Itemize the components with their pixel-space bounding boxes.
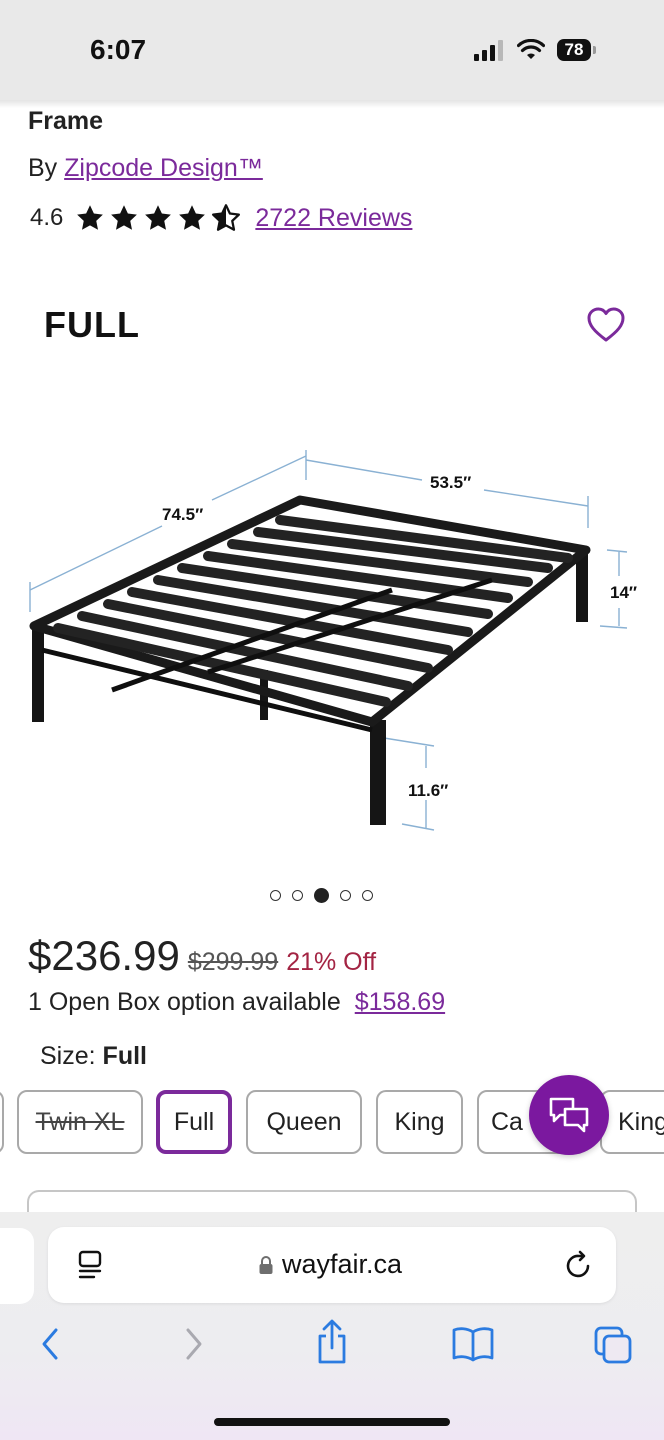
rating-value: 4.6 [30, 204, 64, 231]
rating-row: 4.6 2722 Reviews [30, 200, 412, 236]
star-icon [145, 205, 172, 230]
back-chevron-icon[interactable] [36, 1324, 64, 1364]
wifi-icon [517, 39, 545, 59]
size-chip-label: Full [173, 1107, 215, 1136]
product-title: Frame [28, 107, 104, 135]
chat-button[interactable] [529, 1075, 609, 1155]
bookmarks-icon[interactable] [450, 1324, 496, 1364]
dim-width-label: 53.5″ [430, 473, 471, 492]
price-row: $236.99 $299.99 21% Off [28, 932, 376, 980]
dim-clearance-label: 11.6″ [408, 781, 448, 800]
dim-length-label: 74.5″ [162, 505, 203, 524]
brand-line: By Zipcode Design™ [28, 154, 263, 183]
cellular-signal-icon [474, 39, 503, 61]
reload-icon[interactable] [564, 1249, 594, 1281]
star-icon [179, 205, 206, 230]
size-chip-king-2[interactable]: King [600, 1090, 664, 1154]
carousel-dot[interactable] [340, 890, 351, 901]
chat-icon [549, 1097, 589, 1133]
status-time: 6:07 [90, 34, 147, 65]
gallery-size-heading: FULL [44, 304, 140, 345]
size-chip-queen[interactable]: Queen [246, 1090, 362, 1154]
page-menu-icon[interactable] [76, 1249, 106, 1281]
reviews-link[interactable]: 2722 Reviews [255, 204, 412, 233]
size-chip-label: King [394, 1107, 445, 1136]
carousel-dot[interactable] [362, 890, 373, 901]
sale-price: $236.99 [28, 932, 180, 979]
carousel-dot[interactable] [292, 890, 303, 901]
lock-icon [259, 1256, 273, 1274]
carousel-dot[interactable] [270, 890, 281, 901]
size-chip-label: Queen [266, 1107, 342, 1136]
battery-level: 78 [564, 40, 584, 59]
favorite-heart-icon[interactable] [586, 306, 626, 344]
open-box-row: 1 Open Box option available $158.69 [28, 988, 445, 1017]
browser-toolbar: wayfair.ca [0, 1212, 664, 1440]
original-price: $299.99 [187, 948, 279, 976]
status-bar: 6:07 78 [0, 0, 664, 100]
battery-icon: 78 [557, 39, 596, 61]
share-icon[interactable] [312, 1318, 352, 1366]
url-text[interactable]: wayfair.ca [282, 1249, 402, 1280]
size-label-prefix: Size: [40, 1042, 96, 1070]
brand-prefix: By [28, 154, 65, 182]
carousel-dots [270, 888, 373, 903]
home-indicator [214, 1418, 450, 1426]
star-icon [77, 205, 104, 230]
star-icon [111, 205, 138, 230]
size-chip-king[interactable]: King [376, 1090, 463, 1154]
brand-link[interactable]: Zipcode Design™ [64, 154, 263, 182]
size-label-value: Full [102, 1042, 147, 1070]
product-image[interactable]: 74.5″ 53.5″ 14″ 11.6″ [22, 440, 642, 840]
half-star-icon [212, 204, 241, 231]
size-chip-label: Twin XL [35, 1107, 125, 1136]
size-label: Size: Full [40, 1042, 147, 1071]
carousel-dot-active[interactable] [314, 888, 329, 903]
address-bar[interactable]: wayfair.ca [48, 1227, 616, 1303]
forward-chevron-icon[interactable] [180, 1324, 208, 1364]
tabs-icon[interactable] [592, 1324, 634, 1364]
previous-tab-peek[interactable] [0, 1228, 34, 1304]
size-chip-twin-xl[interactable]: Twin XL [17, 1090, 143, 1154]
open-box-price-link[interactable]: $158.69 [355, 988, 445, 1017]
open-box-text: 1 Open Box option available [28, 988, 341, 1016]
size-chip-label: Ca [491, 1107, 523, 1136]
size-chip-offscreen[interactable] [0, 1090, 4, 1154]
size-chip-full[interactable]: Full [156, 1090, 232, 1154]
discount-badge: 21% Off [286, 948, 377, 976]
dim-height-label: 14″ [610, 583, 637, 602]
status-icons: 78 [474, 36, 596, 64]
star-rating [75, 203, 241, 233]
size-chip-label: King [618, 1107, 664, 1136]
bed-frame-illustration: 74.5″ 53.5″ 14″ 11.6″ [29, 450, 637, 831]
